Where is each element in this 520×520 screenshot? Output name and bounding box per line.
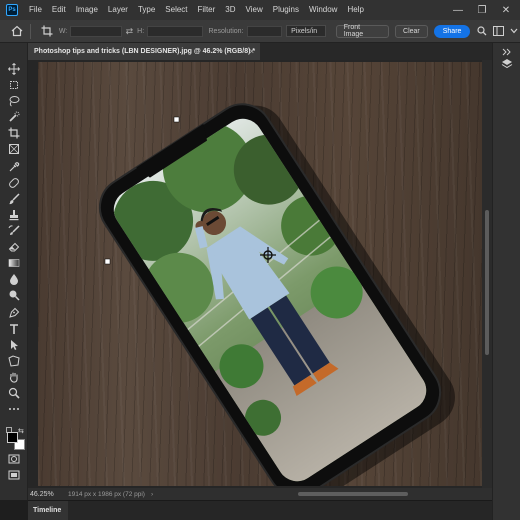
history-brush-icon[interactable]: [6, 223, 22, 239]
tools-panel: ⇆: [0, 43, 28, 500]
height-label: H:: [137, 27, 145, 35]
menu-plugins[interactable]: Plugins: [268, 0, 304, 20]
canvas-image: [98, 103, 455, 486]
document-tab-bar: Photoshop tips and tricks (LBN DESIGNER)…: [28, 43, 492, 60]
move-icon[interactable]: [6, 61, 22, 77]
lasso-icon[interactable]: [6, 93, 22, 109]
menu-view[interactable]: View: [241, 0, 268, 20]
close-window-icon[interactable]: ✕: [494, 5, 518, 16]
document-info: 1914 px x 1986 px (72 ppi): [68, 490, 145, 498]
share-button[interactable]: Share: [433, 24, 471, 38]
status-menu-icon[interactable]: ›: [151, 491, 153, 498]
gradient-icon[interactable]: [6, 255, 22, 271]
front-image-button[interactable]: Front Image: [335, 24, 390, 38]
zoom-level[interactable]: 46.25%: [28, 491, 60, 498]
horizontal-scroll-thumb[interactable]: [298, 492, 408, 496]
dodge-icon[interactable]: [6, 287, 22, 303]
timeline-tab[interactable]: Timeline: [28, 501, 68, 520]
close-tab-icon[interactable]: ×: [249, 47, 254, 56]
document-title: Photoshop tips and tricks (LBN DESIGNER)…: [34, 48, 256, 55]
path-select-icon[interactable]: [6, 337, 22, 353]
crop-tool-icon[interactable]: [41, 25, 53, 37]
document-canvas[interactable]: [38, 62, 482, 486]
quick-mask-icon[interactable]: [6, 451, 22, 467]
menu-3d[interactable]: 3D: [220, 0, 240, 20]
brush-icon[interactable]: [6, 191, 22, 207]
search-icon[interactable]: [476, 25, 488, 37]
swap-dimensions-icon[interactable]: ⇄: [126, 26, 134, 37]
clear-button[interactable]: Clear: [395, 24, 428, 38]
home-icon[interactable]: [10, 24, 24, 38]
stamp-icon[interactable]: [6, 207, 22, 223]
width-label: W:: [58, 27, 68, 35]
menu-bar: Ps File Edit Image Layer Type Select Fil…: [0, 0, 520, 20]
document-tab[interactable]: Photoshop tips and tricks (LBN DESIGNER)…: [28, 43, 260, 60]
eyedropper-icon[interactable]: [6, 159, 22, 175]
vertical-scrollbar[interactable]: [482, 60, 492, 488]
artboard-icon[interactable]: [6, 77, 22, 93]
hand-icon[interactable]: [6, 369, 22, 385]
options-divider: [29, 23, 31, 39]
resolution-label: Resolution:: [208, 27, 244, 35]
frame-icon[interactable]: [6, 141, 22, 157]
height-field[interactable]: [147, 25, 203, 37]
pen-icon[interactable]: [6, 305, 22, 321]
resolution-units-select[interactable]: Pixels/in: [286, 25, 326, 37]
window-controls: — ❐ ✕: [446, 0, 518, 20]
chevron-down-icon[interactable]: [508, 25, 520, 37]
blur-icon[interactable]: [6, 271, 22, 287]
clear-label: Clear: [403, 27, 420, 35]
menu-layer[interactable]: Layer: [103, 0, 133, 20]
more-tools-icon[interactable]: [6, 401, 22, 417]
healing-icon[interactable]: [6, 175, 22, 191]
quick-select-icon[interactable]: [6, 109, 22, 125]
width-field[interactable]: [70, 25, 122, 37]
photoshop-logo: Ps: [6, 4, 18, 16]
menu-select[interactable]: Select: [160, 0, 192, 20]
crop-icon[interactable]: [6, 125, 22, 141]
resolution-units-value: Pixels/in: [291, 27, 318, 35]
menu-edit[interactable]: Edit: [47, 0, 71, 20]
workspace-icon[interactable]: [492, 25, 504, 37]
phone-mockup: [98, 103, 455, 486]
zoom-icon[interactable]: [6, 385, 22, 401]
layers-icon[interactable]: [500, 57, 514, 71]
menu-type[interactable]: Type: [133, 0, 160, 20]
vertical-scroll-thumb[interactable]: [485, 210, 489, 355]
menu-file[interactable]: File: [24, 0, 47, 20]
eraser-icon[interactable]: [6, 239, 22, 255]
status-bar: 46.25% 1914 px x 1986 px (72 ppi) ›: [28, 488, 492, 500]
shape-icon[interactable]: [6, 353, 22, 369]
share-label: Share: [442, 27, 462, 35]
menu-window[interactable]: Window: [304, 0, 342, 20]
foreground-color-swatch[interactable]: [7, 432, 18, 443]
front-image-label: Front Image: [343, 24, 364, 38]
color-swatches: ⇆: [6, 427, 26, 450]
right-panel-strip: [492, 43, 520, 520]
options-bar: W: ⇄ H: Resolution: Pixels/in Front Imag…: [0, 20, 520, 43]
resolution-field[interactable]: [246, 25, 283, 37]
menu-image[interactable]: Image: [71, 0, 103, 20]
menu-filter[interactable]: Filter: [193, 0, 221, 20]
canvas-area[interactable]: [28, 60, 492, 488]
menu-help[interactable]: Help: [342, 0, 368, 20]
type-icon[interactable]: [6, 321, 22, 337]
timeline-panel: Timeline: [28, 500, 492, 520]
restore-icon[interactable]: ❐: [470, 5, 494, 16]
minimize-icon[interactable]: —: [446, 5, 470, 16]
timeline-label: Timeline: [33, 507, 62, 514]
swap-colors-icon[interactable]: ⇆: [18, 427, 24, 435]
screen-mode-icon[interactable]: [6, 467, 22, 483]
